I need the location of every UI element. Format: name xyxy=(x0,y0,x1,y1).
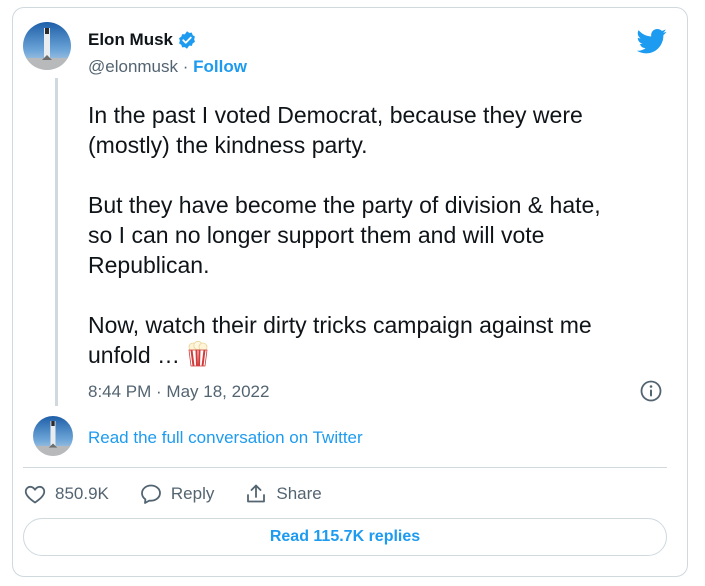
heart-icon xyxy=(24,485,46,504)
handle-separator: · xyxy=(182,57,189,76)
action-bar: 850.9K Reply Share xyxy=(23,482,352,506)
popcorn-icon xyxy=(186,340,210,374)
author-avatar[interactable] xyxy=(23,22,71,70)
reply-bubble-icon xyxy=(140,484,161,504)
tweet-timestamp[interactable]: 8:44 PM · May 18, 2022 xyxy=(88,382,269,402)
follow-button[interactable]: Follow xyxy=(193,57,247,76)
author-name-row[interactable]: Elon Musk xyxy=(88,30,197,50)
embedded-tweet-card: Elon Musk @elonmusk · Follow In the past… xyxy=(12,7,688,577)
conversation-avatar[interactable] xyxy=(33,416,73,456)
tweet-text: In the past I voted Democrat, because th… xyxy=(88,100,658,374)
author-name[interactable]: Elon Musk xyxy=(88,30,173,50)
share-label: Share xyxy=(276,484,322,503)
divider xyxy=(23,467,667,468)
like-count: 850.9K xyxy=(55,484,109,503)
read-conversation-link[interactable]: Read the full conversation on Twitter xyxy=(88,428,363,448)
tweet-body: In the past I voted Democrat, because th… xyxy=(88,102,601,368)
author-handle-row: @elonmusk · Follow xyxy=(88,57,247,77)
reply-button[interactable]: Reply xyxy=(139,482,214,506)
reply-label: Reply xyxy=(170,484,215,503)
info-icon[interactable] xyxy=(639,379,663,403)
share-button[interactable]: Share xyxy=(244,482,322,506)
verified-badge-icon xyxy=(179,31,195,49)
share-upload-icon xyxy=(247,484,266,503)
twitter-logo-icon[interactable] xyxy=(637,26,667,56)
thread-line xyxy=(55,78,58,406)
read-replies-button[interactable]: Read 115.7K replies xyxy=(23,518,667,556)
like-button[interactable]: 850.9K xyxy=(23,482,109,506)
author-handle[interactable]: @elonmusk xyxy=(88,57,178,76)
